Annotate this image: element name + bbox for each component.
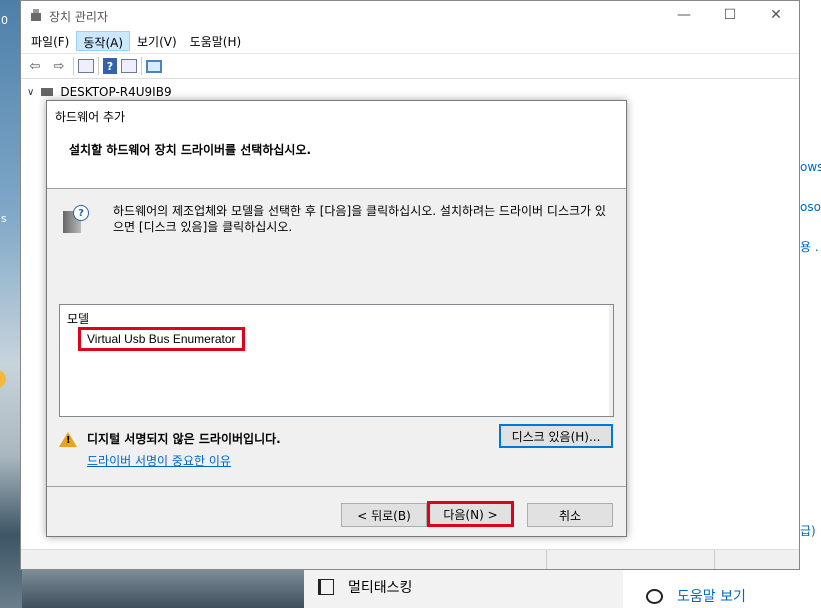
toolbar-separator — [141, 57, 142, 75]
help-view-label: 도움말 보기 — [677, 589, 746, 605]
maximize-button[interactable]: ☐ — [707, 1, 753, 29]
settings-text-fragment: ows — [800, 160, 821, 174]
menu-action[interactable]: 동작(A) — [76, 31, 131, 51]
settings-text-fragment: 급) — [800, 524, 816, 538]
status-bar — [21, 549, 799, 569]
window-controls: — ☐ ✕ — [661, 1, 799, 29]
instruction-text: 하드웨어의 제조업체와 모델을 선택한 후 [다음]을 클릭하십시오. 설치하려… — [113, 204, 606, 234]
hardware-help-icon: ? — [63, 205, 89, 233]
computer-icon — [40, 86, 54, 98]
warning-icon: ! — [59, 432, 77, 447]
toolbar-separator — [73, 57, 74, 75]
menu-view[interactable]: 보기(V) — [131, 31, 183, 51]
help-view-link[interactable]: 도움말 보기 — [646, 586, 746, 606]
multitasking-label: 멀티태스킹 — [348, 580, 413, 596]
status-pane — [21, 550, 547, 569]
next-button[interactable]: 다음(N) > — [427, 501, 514, 527]
have-disk-button[interactable]: 디스크 있음(H)... — [499, 424, 613, 448]
multitasking-nav-item[interactable]: 멀티태스킹 — [318, 577, 412, 597]
unsigned-driver-warning: 디지털 서명되지 않은 드라이버입니다. — [87, 432, 281, 446]
device-panel-icon[interactable] — [121, 59, 137, 73]
desktop-decoration — [0, 370, 6, 388]
minimize-button[interactable]: — — [661, 1, 707, 29]
help-chat-icon — [646, 588, 663, 604]
computer-name: DESKTOP-R4U9IB9 — [60, 85, 172, 99]
device-manager-icon — [29, 9, 43, 23]
help-icon[interactable]: ? — [103, 58, 117, 74]
multitasking-icon — [318, 579, 334, 595]
back-button[interactable]: < 뒤로(B) — [341, 503, 427, 527]
toolbar-separator — [98, 57, 99, 75]
dialog-title: 하드웨어 추가 — [55, 110, 126, 124]
back-arrow-icon[interactable]: ⇦ — [25, 57, 45, 75]
scrollbar[interactable] — [609, 305, 613, 416]
desktop-wallpaper — [22, 570, 304, 608]
chevron-down-icon[interactable]: ∨ — [27, 87, 34, 98]
settings-window-background: ows osof 용 . 급) — [800, 0, 821, 570]
settings-text-fragment: 용 . — [800, 240, 819, 254]
properties-icon[interactable] — [78, 59, 94, 73]
tree-root-node[interactable]: ∨ DESKTOP-R4U9IB9 — [27, 85, 172, 99]
close-button[interactable]: ✕ — [753, 1, 799, 29]
dialog-heading: 설치할 하드웨어 장치 드라이버를 선택하십시오. — [69, 143, 312, 157]
add-hardware-dialog: 하드웨어 추가 설치할 하드웨어 장치 드라이버를 선택하십시오. ? 하드웨어… — [46, 100, 627, 537]
settings-text-fragment: osof — [800, 200, 821, 214]
desktop-background: 0 s — [0, 0, 22, 608]
status-pane — [547, 550, 715, 569]
menu-file[interactable]: 파일(F) — [25, 31, 75, 51]
model-list[interactable]: 모델 Virtual Usb Bus Enumerator — [59, 304, 614, 417]
monitor-icon[interactable] — [146, 59, 162, 73]
toolbar: ⇦ ⇨ ? — [21, 53, 799, 79]
desktop-fragment: s — [1, 212, 7, 225]
model-list-header: 모델 — [67, 312, 90, 326]
forward-arrow-icon[interactable]: ⇨ — [49, 57, 69, 75]
desktop-fragment: 0 — [1, 14, 8, 27]
dialog-header: 하드웨어 추가 설치할 하드웨어 장치 드라이버를 선택하십시오. — [47, 101, 626, 189]
window-title: 장치 관리자 — [49, 9, 109, 24]
cancel-button[interactable]: 취소 — [527, 503, 613, 527]
driver-signing-link[interactable]: 드라이버 서명이 중요한 이유 — [87, 452, 231, 469]
menu-help[interactable]: 도움말(H) — [184, 31, 248, 51]
list-item[interactable]: Virtual Usb Bus Enumerator — [78, 327, 245, 351]
dialog-separator — [47, 486, 626, 487]
menu-bar: 파일(F) 동작(A) 보기(V) 도움말(H) — [21, 31, 248, 51]
